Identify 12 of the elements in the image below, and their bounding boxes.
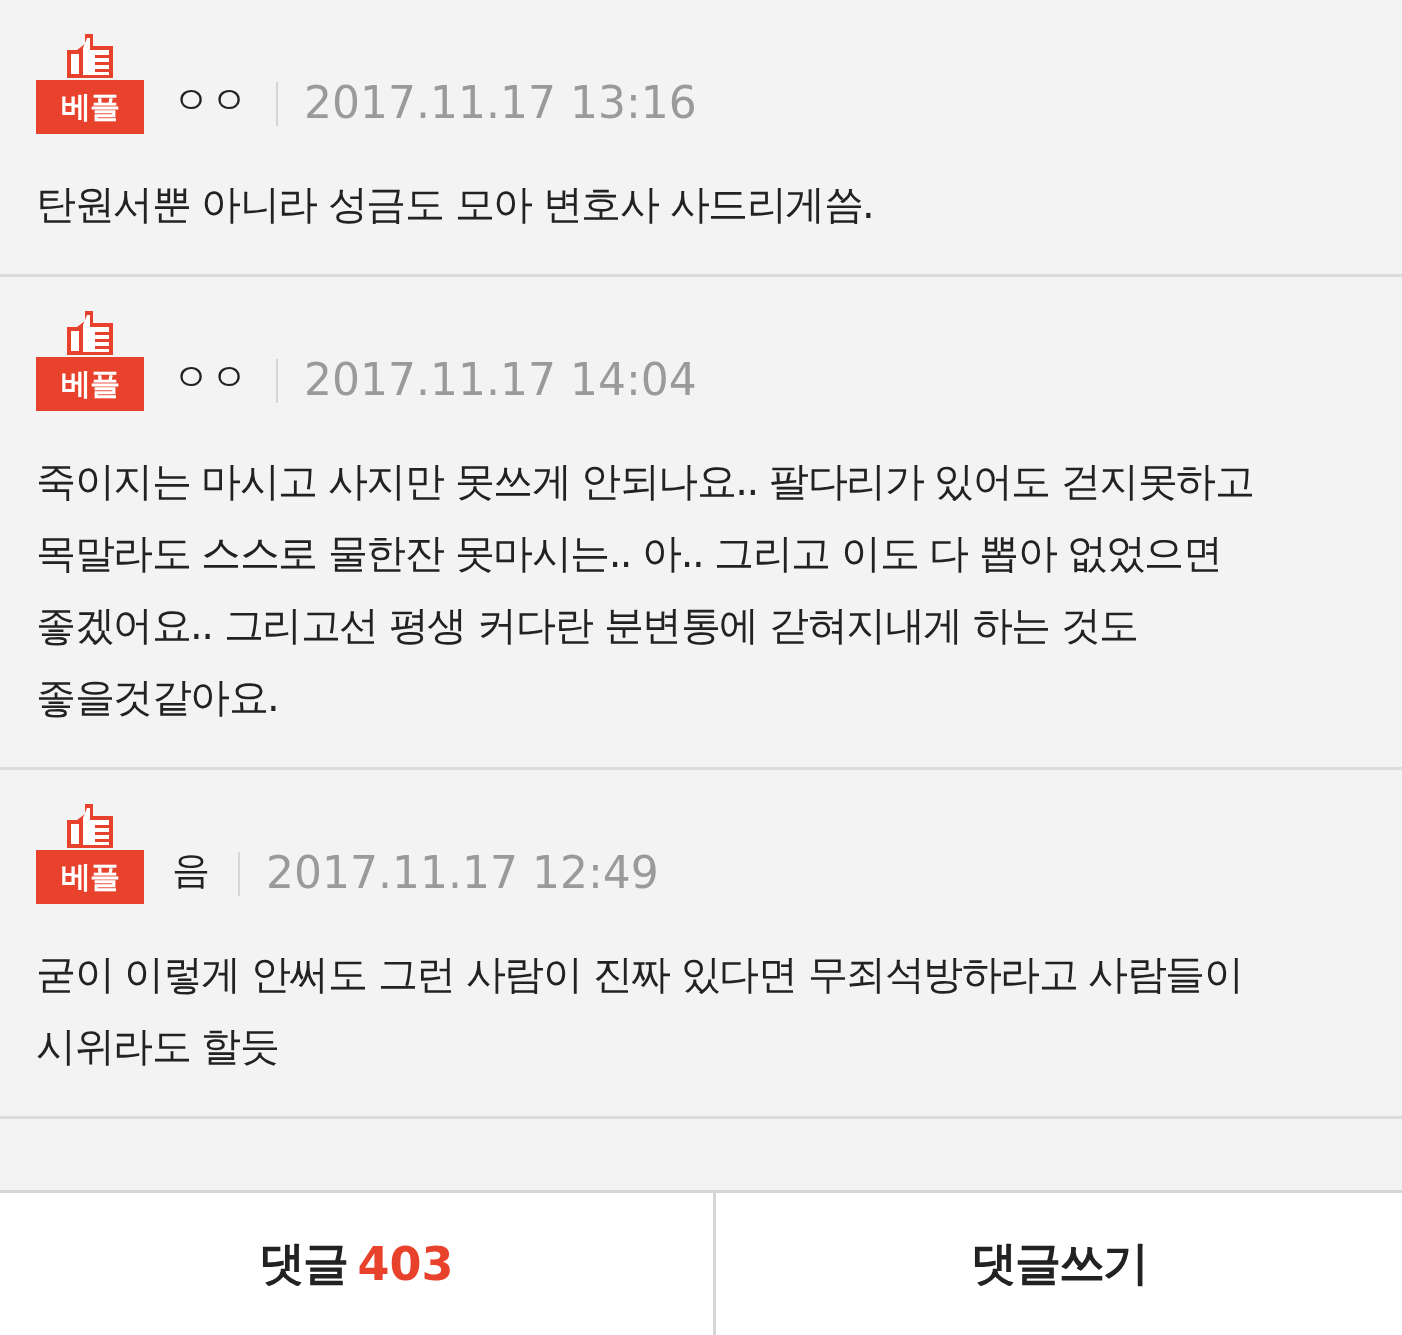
comment-date: 2017.11.17 14:04 bbox=[304, 354, 697, 407]
comment-text: 굳이 이렇게 안써도 그런 사람이 진짜 있다면 무죄석방하라고 사람들이 시위라도 할듯 bbox=[36, 950, 1244, 1071]
comment-text: 죽이지는 마시고 사지만 못쓰게 안되나요.. 팔다리가 있어도 걷지못하고 목말라도 스스로 물한잔 못마시는.. 아.. 그리고 이도 다 뽑아 없었으면 좋겠어요.. 그리고선 평생 커다란 분변통에 갇혀지내게 하는 것도 좋을것같아요. bbox=[36, 457, 1255, 722]
comment-date: 2017.11.17 12:49 bbox=[266, 847, 659, 900]
comment-author: 음 bbox=[172, 847, 210, 894]
comment-text: 탄원서뿐 아니라 성금도 모아 변호사 사드리게씀. bbox=[36, 180, 875, 229]
best-badge: 베플 bbox=[36, 850, 144, 904]
comment-date: 2017.11.17 13:16 bbox=[304, 77, 697, 130]
best-badge: 베플 bbox=[36, 80, 144, 134]
comment-author: ㅇㅇ bbox=[172, 77, 248, 124]
comment-author: ㅇㅇ bbox=[172, 354, 248, 401]
best-badge: 베플 bbox=[36, 357, 144, 411]
